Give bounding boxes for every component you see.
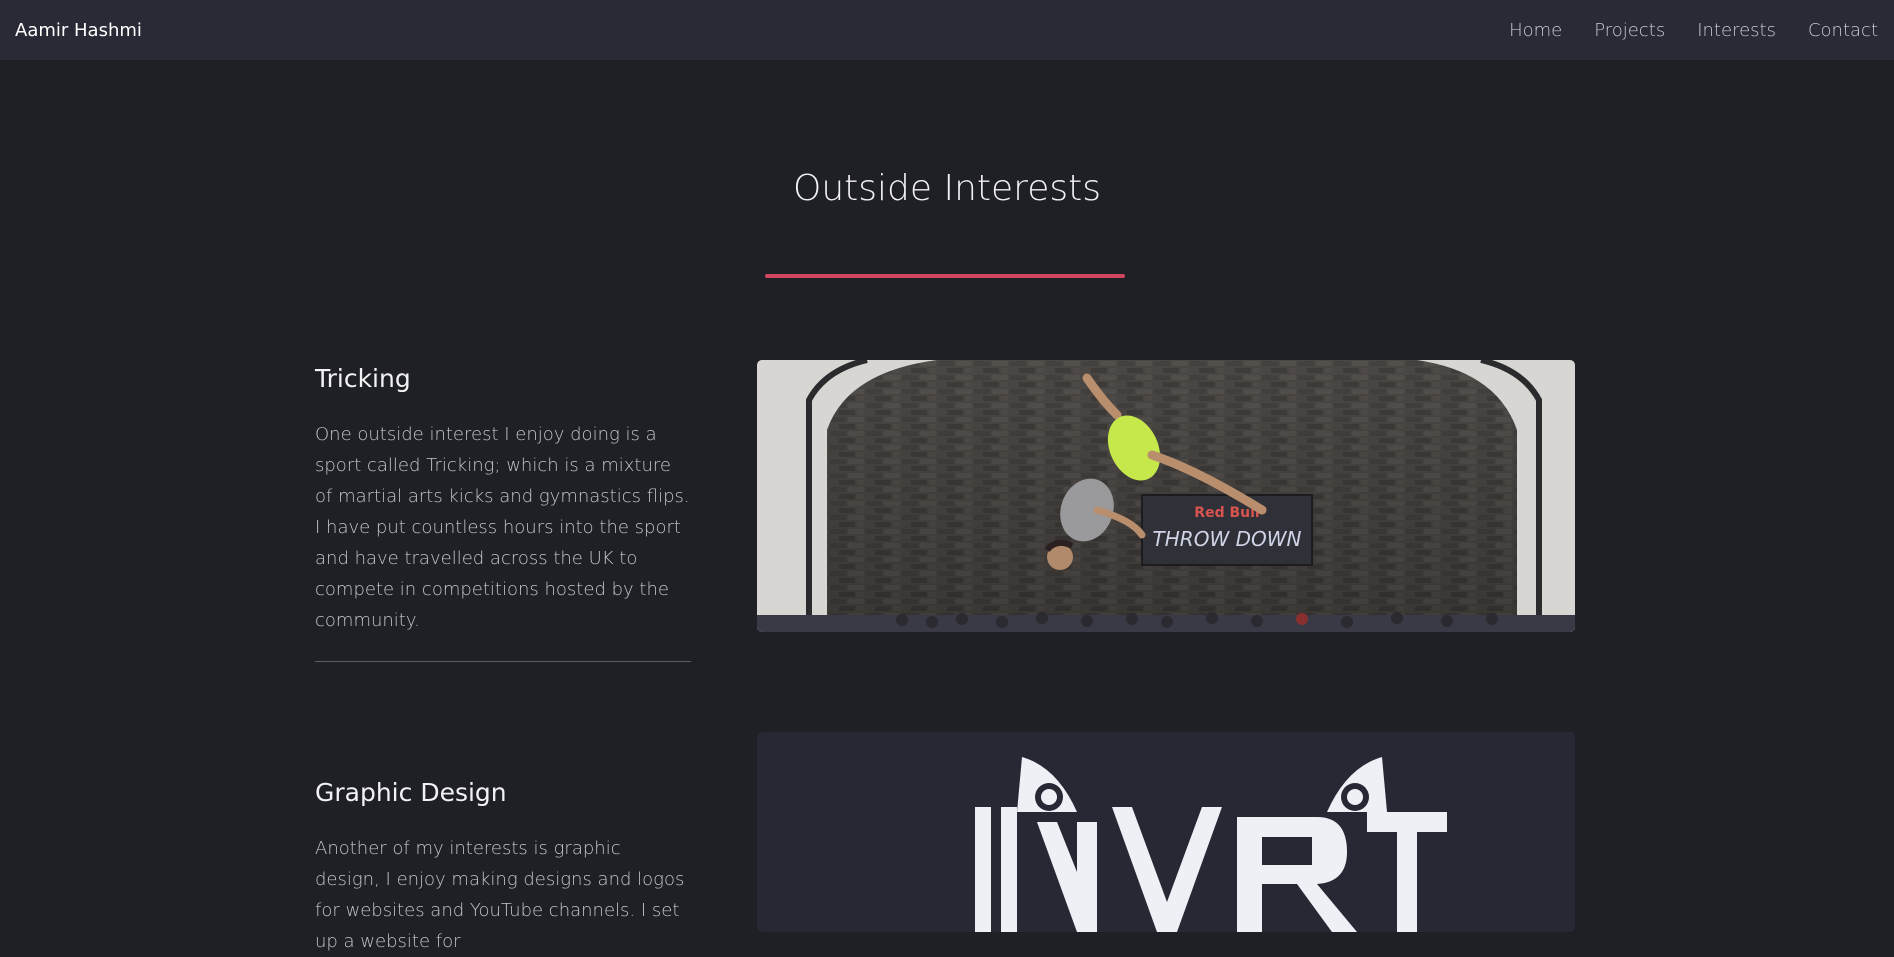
banner-text: THROW DOWN bbox=[1153, 527, 1302, 551]
throw-down-banner: Red Bull THROW DOWN bbox=[1141, 494, 1313, 566]
interest-text: Tricking One outside interest I enjoy do… bbox=[315, 364, 690, 636]
nav-link-contact[interactable]: Contact bbox=[1808, 20, 1878, 41]
nav-link-projects[interactable]: Projects bbox=[1594, 20, 1665, 41]
nav-links: Home Projects Interests Contact bbox=[1509, 20, 1878, 41]
section-title: Outside Interests bbox=[793, 168, 1101, 209]
interest-text: Graphic Design Another of my interests i… bbox=[315, 778, 690, 957]
crowd bbox=[757, 612, 1575, 632]
interest-body: One outside interest I enjoy doing is a … bbox=[315, 424, 690, 631]
brand-link[interactable]: Aamir Hashmi bbox=[15, 20, 142, 41]
title-underline bbox=[765, 274, 1125, 278]
nav-link-interests[interactable]: Interests bbox=[1697, 20, 1776, 41]
interest-body: Another of my interests is graphic desig… bbox=[315, 838, 685, 952]
interest-heading: Tricking bbox=[315, 364, 411, 393]
invrt-logo-image bbox=[757, 732, 1575, 932]
tricking-photo: Red Bull THROW DOWN bbox=[757, 360, 1575, 632]
interest-divider bbox=[315, 661, 691, 662]
interest-heading: Graphic Design bbox=[315, 778, 507, 807]
navbar: Aamir Hashmi Home Projects Interests Con… bbox=[0, 0, 1894, 60]
nav-link-home[interactable]: Home bbox=[1509, 20, 1562, 41]
